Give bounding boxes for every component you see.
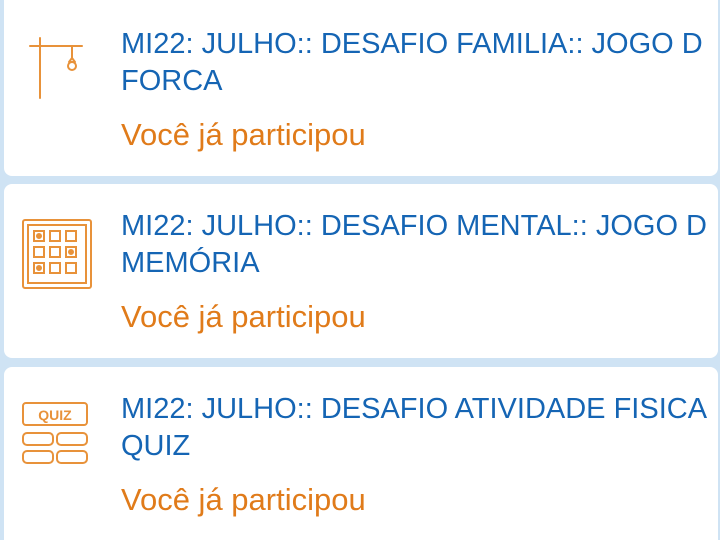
title-line-2: MEMÓRIA [121, 247, 260, 279]
activity-title: MI22: JULHO:: DESAFIO ATIVIDADE FISICA Q… [121, 391, 720, 465]
memory-grid-icon [20, 216, 94, 290]
quiz-icon: QUIZ [20, 397, 94, 471]
list-item[interactable]: MI22: JULHO:: DESAFIO MENTAL:: JOGO D ME… [4, 184, 718, 358]
title-line-2: FORCA [121, 65, 223, 97]
title-line-1: MI22: JULHO:: DESAFIO FAMILIA:: JOGO D [121, 28, 703, 60]
activity-list: MI22: JULHO:: DESAFIO FAMILIA:: JOGO D F… [0, 0, 720, 540]
activity-title: MI22: JULHO:: DESAFIO FAMILIA:: JOGO D F… [121, 26, 720, 100]
hangman-icon [20, 34, 94, 108]
list-item[interactable]: MI22: JULHO:: DESAFIO FAMILIA:: JOGO D F… [4, 0, 718, 176]
activity-title: MI22: JULHO:: DESAFIO MENTAL:: JOGO D ME… [121, 208, 720, 282]
title-line-1: MI22: JULHO:: DESAFIO MENTAL:: JOGO D [121, 210, 708, 242]
quiz-icon-label: QUIZ [38, 407, 72, 423]
participation-status: Você já participou [121, 299, 366, 334]
title-line-2: QUIZ [121, 430, 191, 462]
title-line-1: MI22: JULHO:: DESAFIO ATIVIDADE FISICA [121, 393, 708, 425]
participation-status: Você já participou [121, 117, 366, 152]
list-item[interactable]: QUIZ MI22: JULHO:: DESAFIO ATIVIDADE FIS… [4, 367, 718, 540]
participation-status: Você já participou [121, 482, 366, 517]
